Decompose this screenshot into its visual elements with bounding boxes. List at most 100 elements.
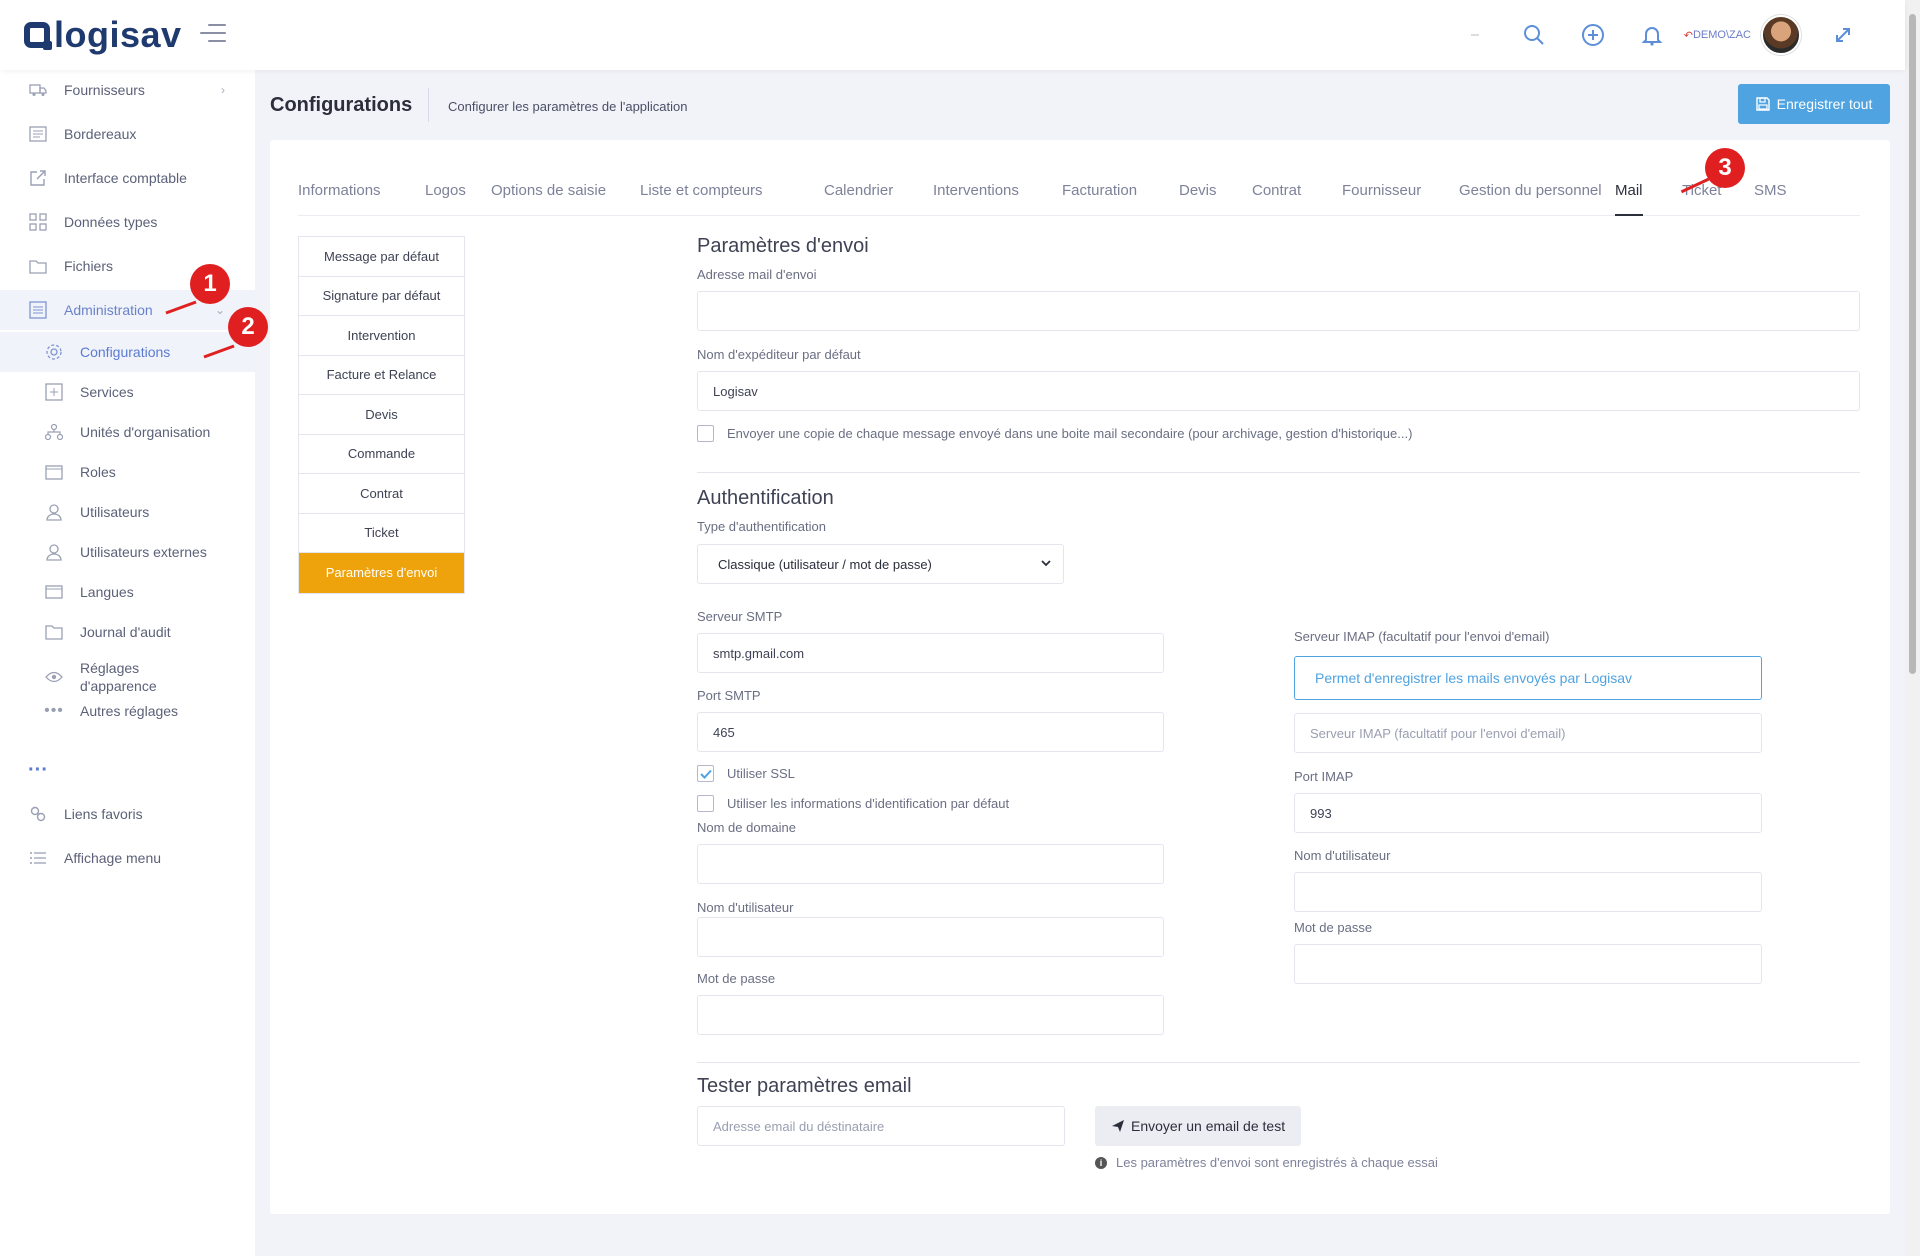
sidebar-item-services[interactable]: Services (0, 372, 255, 412)
menu-toggle-icon[interactable] (200, 24, 226, 44)
submenu-item-message-defaut[interactable]: Message par défaut (299, 237, 464, 277)
submenu-item-devis[interactable]: Devis (299, 395, 464, 435)
auth-type-label: Type d'authentification (697, 519, 826, 534)
sidebar-item-label: Liens favoris (64, 806, 143, 822)
external-link-icon (28, 168, 48, 188)
sender-input[interactable]: Logisav (697, 371, 1860, 411)
smtp-user-input[interactable] (697, 917, 1164, 957)
imap-port-label: Port IMAP (1294, 769, 1354, 784)
ssl-checkbox-row[interactable]: Utiliser SSL (697, 765, 795, 782)
truck-icon (28, 80, 48, 100)
sidebar-item-liens-favoris[interactable]: Liens favoris (0, 794, 255, 834)
address-input[interactable] (697, 291, 1860, 331)
sidebar-item-journal-audit[interactable]: Journal d'audit (0, 612, 255, 652)
submenu-item-commande[interactable]: Commande (299, 435, 464, 474)
tab-options-saisie[interactable]: Options de saisie (491, 180, 606, 216)
section-heading-envoi: Paramètres d'envoi (697, 235, 869, 257)
save-all-button[interactable]: Enregistrer tout (1738, 84, 1890, 124)
sidebar-item-bordereaux[interactable]: Bordereaux (0, 114, 255, 154)
imap-user-input[interactable] (1294, 872, 1762, 912)
ssl-checkbox[interactable] (697, 765, 714, 782)
sidebar-item-utilisateurs[interactable]: Utilisateurs (0, 492, 255, 532)
sidebar-item-roles[interactable]: Roles (0, 452, 255, 492)
submenu-item-signature-defaut[interactable]: Signature par défaut (299, 277, 464, 316)
undo-arrow-icon: ↶ (1683, 29, 1693, 42)
tab-sms[interactable]: SMS (1754, 180, 1787, 216)
chevron-down-icon: ⌄ (214, 303, 225, 317)
divider (697, 1062, 1860, 1063)
tab-logos[interactable]: Logos (425, 180, 466, 216)
tab-calendrier[interactable]: Calendrier (824, 180, 893, 216)
submenu-item-contrat[interactable]: Contrat (299, 474, 464, 514)
imap-info-button[interactable]: Permet d'enregistrer les mails envoyés p… (1294, 656, 1762, 700)
user-switch[interactable]: ↶ DEMO\ZAC (1684, 29, 1751, 42)
sidebar-item-autres-reglages[interactable]: ••• Autres réglages (0, 691, 255, 731)
sidebar-item-label: Journal d'audit (80, 624, 171, 640)
submenu-item-facture-relance[interactable]: Facture et Relance (299, 356, 464, 395)
floppy-icon (1755, 97, 1770, 111)
smtp-port-input[interactable]: 465 (697, 712, 1164, 752)
tab-bar: Informations Logos Options de saisie Lis… (298, 180, 1860, 216)
divider (428, 88, 429, 122)
page-title: Configurations (270, 94, 413, 116)
sidebar-more[interactable]: ··· (0, 750, 255, 790)
avatar[interactable] (1761, 15, 1801, 55)
tab-contrat[interactable]: Contrat (1252, 180, 1301, 216)
logo[interactable]: logisav (24, 14, 182, 56)
sidebar-item-label: Autres réglages (80, 703, 179, 719)
ssl-label: Utiliser SSL (727, 766, 795, 781)
submenu-item-ticket[interactable]: Ticket (299, 514, 464, 553)
tab-liste-compteurs[interactable]: Liste et compteurs (640, 180, 763, 216)
submenu-item-parametres-envoi[interactable]: Paramètres d'envoi (299, 553, 464, 593)
smtp-password-input[interactable] (697, 995, 1164, 1035)
default-creds-checkbox-row[interactable]: Utiliser les informations d'identificati… (697, 795, 1009, 812)
page-scrollbar[interactable] (1905, 0, 1920, 1256)
search-icon[interactable] (1522, 23, 1546, 47)
send-test-email-button[interactable]: Envoyer un email de test (1095, 1106, 1302, 1146)
sidebar-item-donnees-types[interactable]: Données types (0, 202, 255, 242)
paper-plane-icon (1112, 1120, 1124, 1132)
french-flag-icon[interactable] (1463, 23, 1487, 47)
sidebar-item-interface-comptable[interactable]: Interface comptable (0, 158, 255, 198)
tab-informations[interactable]: Informations (298, 180, 381, 216)
submenu-item-intervention[interactable]: Intervention (299, 316, 464, 356)
tab-mail[interactable]: Mail (1615, 180, 1643, 216)
sidebar-item-unites-organisation[interactable]: Unités d'organisation (0, 412, 255, 452)
copy-checkbox-row[interactable]: Envoyer une copie de chaque message envo… (697, 425, 1412, 442)
tab-interventions[interactable]: Interventions (933, 180, 1019, 216)
expand-icon[interactable] (1831, 23, 1855, 47)
domain-label: Nom de domaine (697, 820, 796, 835)
eye-icon (44, 667, 64, 687)
sender-label: Nom d'expéditeur par défaut (697, 347, 861, 362)
default-creds-label: Utiliser les informations d'identificati… (727, 796, 1010, 811)
scrollbar-thumb[interactable] (1909, 14, 1916, 674)
imap-port-input[interactable]: 993 (1294, 793, 1762, 833)
smtp-user-label: Nom d'utilisateur (697, 900, 794, 915)
sidebar-item-label: Fichiers (64, 258, 114, 274)
auth-type-select[interactable]: Classique (utilisateur / mot de passe) (697, 544, 1064, 584)
recipient-email-input[interactable]: Adresse email du déstinataire (697, 1106, 1065, 1146)
callout-marker-1: 1 (190, 264, 230, 304)
send-test-email-label: Envoyer un email de test (1131, 1118, 1286, 1134)
smtp-input[interactable]: smtp.gmail.com (697, 633, 1164, 673)
sidebar-item-utilisateurs-externes[interactable]: Utilisateurs externes (0, 532, 255, 572)
sidebar-item-label: Unités d'organisation (80, 424, 211, 440)
sidebar-item-label: Administration (64, 302, 153, 318)
default-creds-checkbox[interactable] (697, 795, 714, 812)
add-circle-icon[interactable] (1581, 23, 1605, 47)
bell-icon[interactable] (1640, 23, 1664, 47)
tab-devis[interactable]: Devis (1179, 180, 1217, 216)
domain-input[interactable] (697, 844, 1164, 884)
imap-password-input[interactable] (1294, 944, 1762, 984)
tab-fournisseur[interactable]: Fournisseur (1342, 180, 1421, 216)
gear-icon (44, 342, 64, 362)
sidebar-item-fournisseurs[interactable]: Fournisseurs › (0, 70, 255, 110)
sidebar-item-affichage-menu[interactable]: Affichage menu (0, 838, 255, 878)
test-hint-text: Les paramètres d'envoi sont enregistrés … (1116, 1155, 1438, 1170)
tab-facturation[interactable]: Facturation (1062, 180, 1137, 216)
tab-gestion-personnel[interactable]: Gestion du personnel (1459, 180, 1602, 216)
copy-checkbox[interactable] (697, 425, 714, 442)
sidebar-item-langues[interactable]: Langues (0, 572, 255, 612)
imap-server-input[interactable]: Serveur IMAP (facultatif pour l'envoi d'… (1294, 713, 1762, 753)
copy-checkbox-label: Envoyer une copie de chaque message envo… (727, 426, 1413, 441)
